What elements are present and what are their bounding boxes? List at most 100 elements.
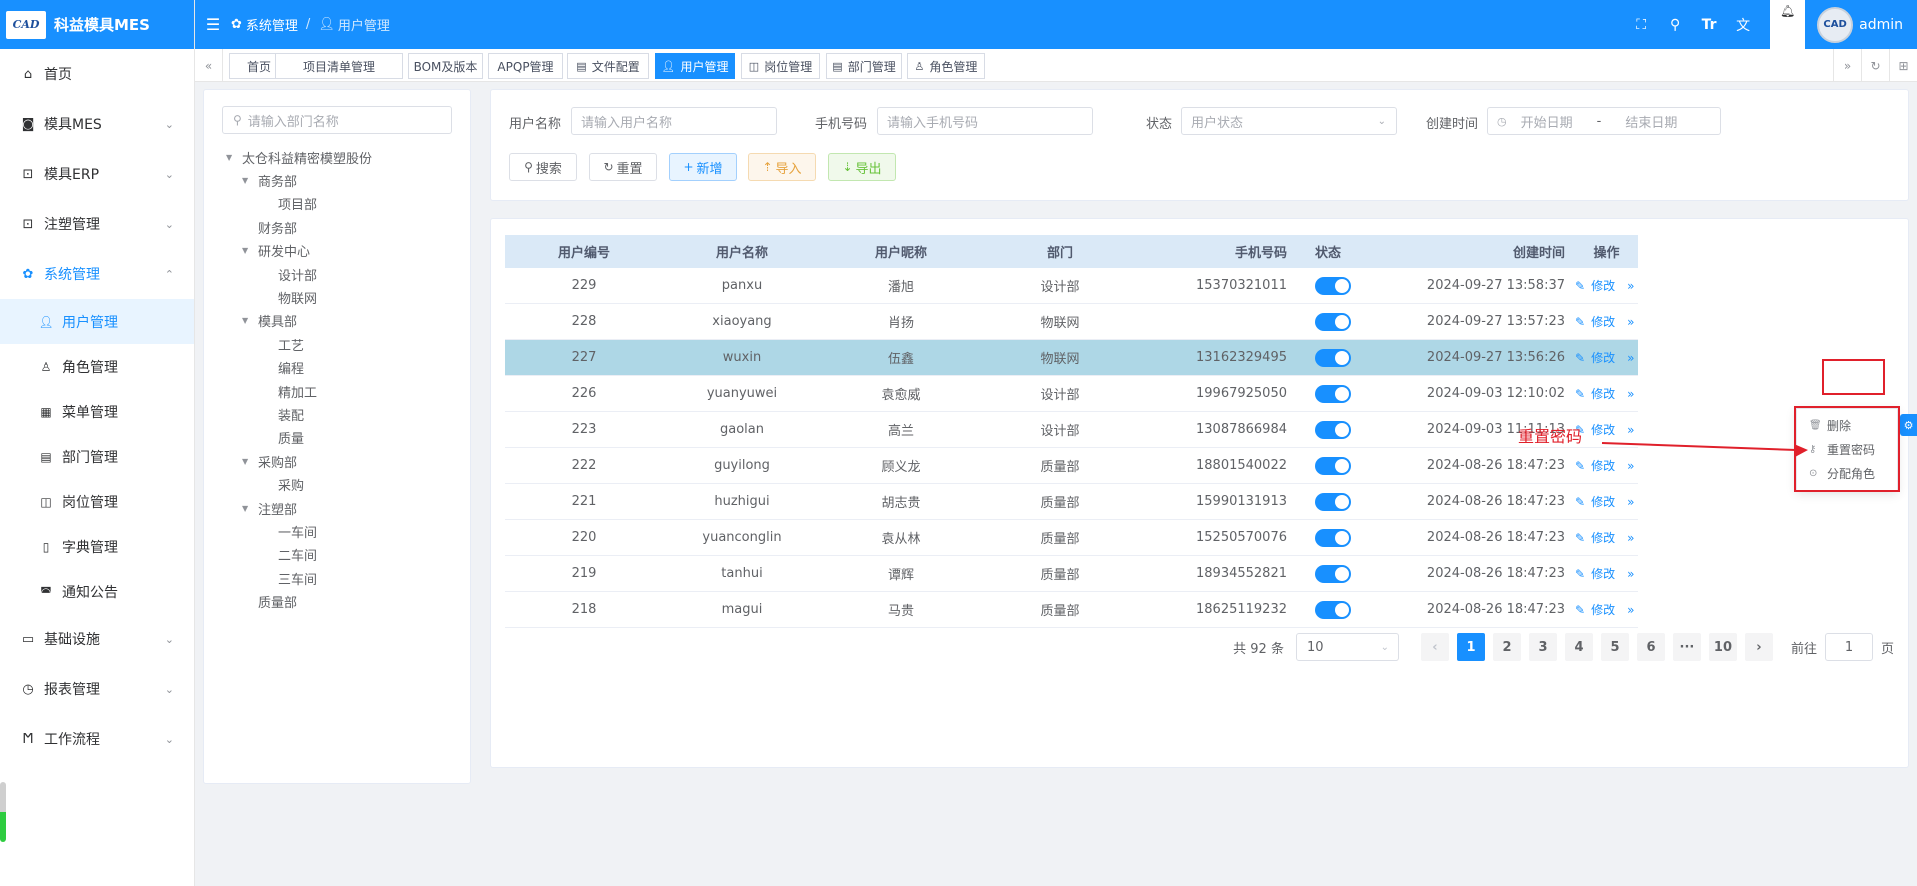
tree-node[interactable]: ▼ 太仓科益精密模塑股份 [226, 146, 372, 168]
page-button[interactable]: 2 [1492, 633, 1521, 661]
hamburger-icon[interactable]: ☰ [195, 15, 231, 34]
goto-page-input[interactable]: 1 [1824, 633, 1873, 661]
sidebar-subitem-4[interactable]: ◫ 岗位管理 [0, 479, 194, 524]
table-row[interactable]: 219 tanhui 谭辉 质量部 18934552821 2024-08-26… [505, 556, 1638, 592]
edit-button[interactable]: ✎ 修改 [1575, 531, 1621, 545]
tree-node[interactable]: 财务部 [242, 216, 297, 238]
tab-1[interactable]: 项目清单管理 [275, 53, 403, 79]
tab-7[interactable]: ▤ 部门管理 [826, 53, 902, 79]
font-size-icon[interactable]: Tr [1692, 17, 1726, 33]
caret-down-icon[interactable]: ▼ [242, 457, 254, 466]
tree-node[interactable]: 质量部 [242, 591, 297, 613]
search-icon[interactable]: ⚲ [1658, 17, 1692, 33]
more-button[interactable]: »更多 [1627, 279, 1638, 293]
status-switch[interactable] [1315, 348, 1351, 367]
table-row[interactable]: 227 wuxin 伍鑫 物联网 13162329495 2024-09-27 … [505, 340, 1638, 376]
tree-node[interactable]: 精加工 [262, 380, 317, 402]
sidebar-subitem-0[interactable]: 👤︎ 用户管理 [0, 299, 194, 344]
tab-3[interactable]: APQP管理 [488, 53, 563, 79]
status-switch[interactable] [1315, 564, 1351, 583]
edit-button[interactable]: ✎ 修改 [1575, 495, 1621, 509]
table-row[interactable]: 222 guyilong 顾义龙 质量部 18801540022 2024-08… [505, 448, 1638, 484]
page-button[interactable]: 6 [1636, 633, 1665, 661]
date-range-picker[interactable]: ◷ 开始日期 - 结束日期 [1487, 107, 1721, 135]
page-button[interactable]: 10 [1708, 633, 1737, 661]
search-button[interactable]: ⚲ 搜索 [509, 153, 577, 181]
import-button[interactable]: ⇡ 导入 [748, 153, 816, 181]
sidebar-subitem-6[interactable]: ◚ 通知公告 [0, 569, 194, 614]
table-row[interactable]: 223 gaolan 高兰 设计部 13087866984 2024-09-03… [505, 412, 1638, 448]
prev-page-icon[interactable]: ‹ [1420, 633, 1449, 661]
tree-node[interactable]: ▼ 模具部 [242, 310, 297, 332]
status-switch[interactable] [1315, 420, 1351, 439]
sidebar-subitem-2[interactable]: ▦ 菜单管理 [0, 389, 194, 434]
tree-node[interactable]: 二车间 [262, 544, 317, 566]
tab-2[interactable]: BOM及版本 [408, 53, 483, 79]
export-button[interactable]: ⇣ 导出 [828, 153, 896, 181]
page-size-select[interactable]: 10 ⌄ [1295, 633, 1399, 661]
tree-node[interactable]: 质量 [262, 427, 304, 449]
settings-gear-icon[interactable]: ⚙ [1900, 414, 1917, 436]
tree-node[interactable]: 三车间 [262, 567, 317, 589]
sidebar-item-0[interactable]: ⌂ 首页 [0, 49, 194, 99]
status-switch[interactable] [1315, 492, 1351, 511]
caret-down-icon[interactable]: ▼ [242, 246, 254, 255]
caret-down-icon[interactable]: ▼ [226, 153, 238, 162]
sidebar-item-2[interactable]: ⊡ 模具ERP ⌄ [0, 149, 194, 199]
tags-menu-icon[interactable]: ⊞ [1889, 49, 1917, 82]
sidebar-item-1[interactable]: ◙ 模具MES ⌄ [0, 99, 194, 149]
dept-search-input[interactable]: ⚲ 请输入部门名称 [222, 106, 452, 134]
tab-8[interactable]: ♙ 角色管理 [907, 53, 985, 79]
app-logo[interactable]: CAD 科益模具MES [0, 0, 194, 49]
username-input[interactable]: 请输入用户名称 [571, 107, 777, 135]
sidebar-item-7[interactable]: Ϻ 工作流程 ⌄ [0, 714, 194, 764]
tab-6[interactable]: ◫ 岗位管理 [741, 53, 820, 79]
edit-button[interactable]: ✎ 修改 [1575, 603, 1621, 617]
more-pages-icon[interactable]: ··· [1672, 633, 1701, 661]
tree-node[interactable]: 物联网 [262, 286, 317, 308]
tree-node[interactable]: 设计部 [262, 263, 317, 285]
reset-button[interactable]: ↻ 重置 [589, 153, 657, 181]
sidebar-subitem-3[interactable]: ▤ 部门管理 [0, 434, 194, 479]
edit-button[interactable]: ✎ 修改 [1575, 279, 1621, 293]
tags-scroll-right-icon[interactable]: » [1833, 49, 1861, 82]
status-switch[interactable] [1315, 384, 1351, 403]
edit-button[interactable]: ✎ 修改 [1575, 459, 1621, 473]
sidebar-item-5[interactable]: ▭ 基础设施 ⌄ [0, 614, 194, 664]
tree-node[interactable]: 项目部 [262, 193, 317, 215]
more-button[interactable]: »更多 [1627, 351, 1638, 365]
edit-button[interactable]: ✎ 修改 [1575, 387, 1621, 401]
table-row[interactable]: 226 yuanyuwei 袁愈威 设计部 19967925050 2024-0… [505, 376, 1638, 412]
table-row[interactable]: 221 huzhigui 胡志贵 质量部 15990131913 2024-08… [505, 484, 1638, 520]
more-button[interactable]: »更多 [1627, 423, 1638, 437]
tree-node[interactable]: 工艺 [262, 333, 304, 355]
more-button[interactable]: »更多 [1627, 459, 1638, 473]
tree-node[interactable]: ▼ 商务部 [242, 169, 297, 191]
page-button[interactable]: 4 [1564, 633, 1593, 661]
caret-down-icon[interactable]: ▼ [242, 316, 254, 325]
status-switch[interactable] [1315, 312, 1351, 331]
tree-node[interactable]: 采购 [262, 474, 304, 496]
page-button[interactable]: 5 [1600, 633, 1629, 661]
user-menu[interactable]: CAD admin [1805, 0, 1917, 49]
more-button[interactable]: »更多 [1627, 315, 1638, 329]
status-switch[interactable] [1315, 456, 1351, 475]
caret-down-icon[interactable]: ▼ [242, 176, 254, 185]
tree-node[interactable]: 装配 [262, 403, 304, 425]
sidebar-scrollbar[interactable] [0, 782, 6, 842]
translate-icon[interactable]: 文 [1726, 15, 1760, 35]
status-switch[interactable] [1315, 276, 1351, 295]
edit-button[interactable]: ✎ 修改 [1575, 567, 1621, 581]
add-button[interactable]: + 新增 [669, 153, 737, 181]
more-button[interactable]: »更多 [1627, 567, 1638, 581]
tree-node[interactable]: ▼ 采购部 [242, 450, 297, 472]
fullscreen-icon[interactable]: ⛶ [1624, 17, 1658, 33]
more-button[interactable]: »更多 [1627, 495, 1638, 509]
caret-down-icon[interactable]: ▼ [242, 504, 254, 513]
sidebar-subitem-5[interactable]: ▯ 字典管理 [0, 524, 194, 569]
page-button[interactable]: 1 [1456, 633, 1485, 661]
tab-5[interactable]: 👤︎ 用户管理 [655, 53, 735, 79]
tree-node[interactable]: ▼ 研发中心 [242, 240, 310, 262]
phone-input[interactable]: 请输入手机号码 [877, 107, 1093, 135]
more-button[interactable]: »更多 [1627, 531, 1638, 545]
